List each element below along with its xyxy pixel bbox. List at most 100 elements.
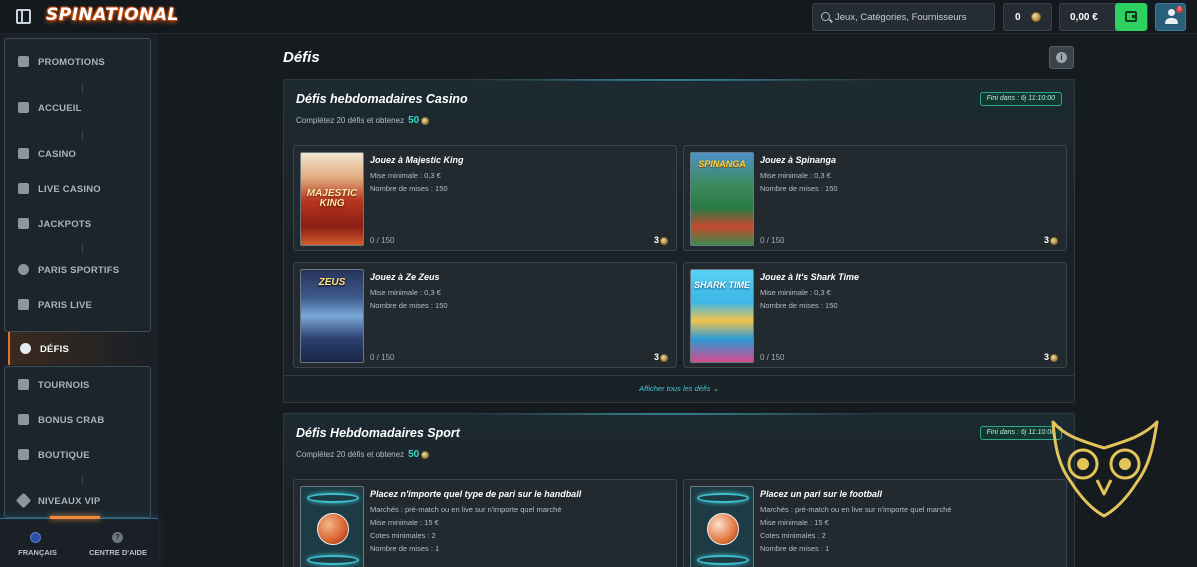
sidebar-item-defis[interactable]: DÉFIS <box>8 332 158 365</box>
sidebar-item-bonus-crab[interactable]: BONUS CRAB <box>5 402 150 437</box>
section-subtitle: Complétez 20 défis et obtenez 50 <box>296 449 430 460</box>
show-all-challenges-link[interactable]: Afficher tous les défis ⌄ <box>284 384 1074 393</box>
sidebar-item-label: LIVE CASINO <box>38 184 101 195</box>
wallet-balance[interactable]: 0,00 € <box>1059 3 1148 31</box>
card-reward: 3 <box>654 235 668 245</box>
sidebar-item-tournois[interactable]: TOURNOIS <box>5 367 150 402</box>
balance-value: 0,00 € <box>1070 12 1098 23</box>
card-detail: Nombre de mises : 1 <box>760 544 830 553</box>
sidebar-item-niveaux-vip[interactable]: NIVEAUX VIP <box>5 483 150 518</box>
sidebar-item-label: DÉFIS <box>40 344 69 355</box>
sport-thumbnail[interactable] <box>690 486 754 567</box>
sidebar: PROMOTIONS ACCUEIL CASINO LIVE CASINO JA… <box>0 34 158 567</box>
card-progress: 0 / 150 <box>760 236 785 245</box>
game-thumbnail[interactable]: SPINANGA <box>690 152 754 246</box>
coin-icon <box>1050 353 1058 362</box>
info-icon: i <box>1056 52 1067 63</box>
sidebar-item-accueil[interactable]: ACCUEIL <box>5 90 150 125</box>
wallet-icon <box>1125 11 1137 22</box>
sport-thumbnail[interactable] <box>300 486 364 567</box>
notification-badge: 1 <box>1176 6 1183 13</box>
handball-icon <box>317 513 349 545</box>
sidebar-item-paris-live[interactable]: PARIS LIVE <box>5 287 150 322</box>
reward-value: 3 <box>1043 352 1049 362</box>
crab-icon <box>18 414 29 425</box>
coins-balance[interactable]: 0 <box>1003 3 1052 31</box>
coin-icon <box>660 236 668 245</box>
globe-icon <box>30 532 41 543</box>
sidebar-item-label: PARIS LIVE <box>38 300 93 311</box>
sidebar-toggle-icon[interactable] <box>16 9 31 24</box>
search-placeholder: Jeux, Catégories, Fournisseurs <box>835 12 967 23</box>
profile-button[interactable]: 1 <box>1155 3 1186 31</box>
thumbnail-label: SPINANGA <box>698 159 746 169</box>
card-reward: 3 <box>1044 352 1058 362</box>
help-label: CENTRE D'AIDE <box>88 548 148 557</box>
subtitle-text: Complétez 20 défis et obtenez <box>296 450 405 459</box>
challenge-card[interactable]: MAJESTIC KING Jouez à Majestic King Mise… <box>293 145 677 251</box>
help-center-button[interactable]: ? CENTRE D'AIDE <box>82 532 154 562</box>
glow-ring <box>697 555 749 565</box>
search-icon <box>821 12 830 21</box>
language-label: FRANÇAIS <box>18 548 57 557</box>
challenge-card[interactable]: Placez un pari sur le football Marchés :… <box>683 479 1067 567</box>
sidebar-item-label: NIVEAUX VIP <box>38 496 101 507</box>
card-progress: 0 / 150 <box>370 236 395 245</box>
sidebar-item-label: CASINO <box>38 149 77 160</box>
info-button[interactable]: i <box>1049 46 1074 69</box>
countdown-badge: Fini dans : 6j 11:10:00 <box>979 92 1062 106</box>
coin-icon <box>421 116 430 125</box>
sidebar-item-live-casino[interactable]: LIVE CASINO <box>5 171 150 206</box>
soccer-ball-icon <box>18 264 29 275</box>
reward-value: 50 <box>408 449 420 460</box>
challenge-card[interactable]: SPINANGA Jouez à Spinanga Mise minimale … <box>683 145 1067 251</box>
help-icon: ? <box>112 532 123 543</box>
coin-icon <box>1031 12 1041 22</box>
coins-value: 0 <box>1015 12 1021 23</box>
challenge-card[interactable]: ZEUS Jouez à Ze Zeus Mise minimale : 0,3… <box>293 262 677 368</box>
search-input[interactable]: Jeux, Catégories, Fournisseurs <box>812 3 995 31</box>
sidebar-item-label: ACCUEIL <box>38 103 82 114</box>
reward-value: 3 <box>1043 235 1049 245</box>
game-thumbnail[interactable]: SHARK TIME <box>690 269 754 363</box>
card-detail: Mise minimale : 0,3 € <box>370 288 441 297</box>
game-thumbnail[interactable]: ZEUS <box>300 269 364 363</box>
challenge-card[interactable]: Placez n'importe quel type de pari sur l… <box>293 479 677 567</box>
sidebar-item-promotions[interactable]: PROMOTIONS <box>5 44 150 79</box>
slot-machine-icon <box>18 148 29 159</box>
challenge-card[interactable]: SHARK TIME Jouez à It's Shark Time Mise … <box>683 262 1067 368</box>
sidebar-item-boutique[interactable]: BOUTIQUE <box>5 437 150 472</box>
card-reward: 3 <box>1044 235 1058 245</box>
diamond-icon <box>15 492 32 509</box>
section-sport-challenges: Défis Hebdomadaires Sport Fini dans : 6j… <box>283 413 1075 567</box>
football-icon <box>707 513 739 545</box>
sidebar-item-label: PARIS SPORTIFS <box>38 265 120 276</box>
cards-icon <box>18 183 29 194</box>
sidebar-item-jackpots[interactable]: JACKPOTS <box>5 206 150 241</box>
top-bar: SPINATIONAL Jeux, Catégories, Fournisseu… <box>0 0 1197 34</box>
language-button[interactable]: FRANÇAIS <box>10 532 65 562</box>
sidebar-item-casino[interactable]: CASINO <box>5 136 150 171</box>
card-detail: Mise minimale : 0,3 € <box>760 171 831 180</box>
coin-icon <box>421 450 430 459</box>
logo[interactable]: SPINATIONAL <box>46 5 179 25</box>
card-detail: Mise minimale : 0,3 € <box>370 171 441 180</box>
sidebar-item-paris-sportifs[interactable]: PARIS SPORTIFS <box>5 252 150 287</box>
sidebar-item-label: BOUTIQUE <box>38 450 90 461</box>
sidebar-footer: FRANÇAIS ? CENTRE D'AIDE <box>0 516 158 567</box>
card-progress: 0 / 150 <box>760 353 785 362</box>
card-detail: Mise minimale : 15 € <box>370 518 439 527</box>
deposit-button[interactable] <box>1115 3 1147 31</box>
reward-value: 3 <box>653 352 659 362</box>
card-detail: Nombre de mises : 1 <box>370 544 440 553</box>
card-title: Placez un pari sur le football <box>760 489 883 499</box>
section-divider <box>284 375 1074 376</box>
card-title: Jouez à Ze Zeus <box>370 272 440 282</box>
card-detail: Marchés : pré-match ou en live sur n'imp… <box>370 505 562 514</box>
nav-group-secondary: TOURNOIS BONUS CRAB BOUTIQUE NIVEAUX VIP <box>4 366 151 518</box>
nav-group-main: PROMOTIONS ACCUEIL CASINO LIVE CASINO JA… <box>4 38 151 332</box>
sidebar-item-label: TOURNOIS <box>38 380 90 391</box>
game-thumbnail[interactable]: MAJESTIC KING <box>300 152 364 246</box>
glow-ring <box>697 493 749 503</box>
user-icon <box>1165 9 1178 25</box>
